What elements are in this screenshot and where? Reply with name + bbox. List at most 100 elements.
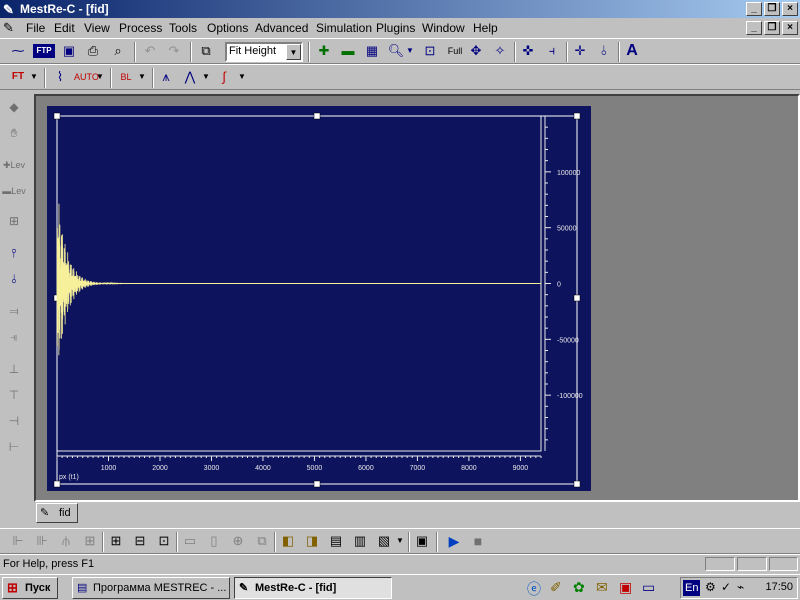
fourier-transform-icon[interactable]: FT — [8, 67, 28, 87]
zoom-select[interactable]: Fit Height ▼ — [225, 42, 303, 62]
split-icon[interactable]: ⊩ — [8, 531, 28, 551]
task-mestrec-fid[interactable]: ✎ MestRe-C - [fid] — [234, 577, 392, 599]
menu-edit[interactable]: Edit — [54, 20, 75, 36]
dropdown-arrow-icon[interactable]: ▼ — [94, 67, 106, 87]
merge-icon[interactable]: ⊪ — [32, 531, 52, 551]
shift-left-icon[interactable]: ⫤ — [2, 300, 26, 322]
shift-right-icon[interactable]: ⫣ — [2, 326, 26, 348]
pointer-icon[interactable]: ◆ — [2, 96, 26, 118]
menu-file[interactable]: File — [26, 20, 45, 36]
fid-chart[interactable]: 100000 50000 0 -50000 -100000 1000 2000 3000 400… — [47, 106, 591, 491]
tray-icon[interactable]: ⌁ — [737, 580, 744, 594]
vertical-scale-icon[interactable]: ⫞ — [542, 41, 562, 61]
dropdown-arrow-icon[interactable]: ▼ — [236, 67, 248, 87]
baseline-icon[interactable]: BL — [116, 67, 136, 87]
quicklaunch-icon[interactable]: ✿ — [573, 579, 585, 596]
play-icon[interactable]: ▶ — [444, 531, 464, 551]
doc-icon[interactable]: ✎ — [3, 20, 14, 36]
quicklaunch-icon[interactable]: ✉ — [596, 579, 608, 596]
ie-icon[interactable]: ⓔ — [527, 579, 541, 599]
menu-view[interactable]: View — [84, 20, 110, 36]
tree-icon[interactable]: ⫛ — [56, 531, 76, 551]
report-icon[interactable]: ▣ — [412, 531, 432, 551]
redo-icon[interactable]: ↷ — [164, 41, 184, 61]
chevron-down-icon[interactable]: ▼ — [286, 44, 301, 60]
close-button[interactable]: × — [782, 2, 798, 16]
stack-up-icon[interactable]: ⊥ — [2, 358, 26, 380]
integration-icon[interactable]: ⋀ — [180, 67, 200, 87]
tray-icon[interactable]: ⚙︎ — [705, 580, 716, 594]
hand-icon[interactable]: ✋︎ — [2, 122, 26, 144]
peak-picking-icon[interactable]: ⩚ — [156, 67, 176, 87]
ftp-button[interactable]: FTP — [33, 44, 55, 58]
menu-options[interactable]: Options — [207, 20, 248, 36]
auto-phase-icon[interactable]: AUTO — [74, 67, 99, 87]
task-mestrec-program[interactable]: ▤ Программа MESTREC - ... — [72, 577, 230, 599]
doc-minimize-button[interactable]: _ — [746, 21, 762, 35]
fit-vertical-icon[interactable]: ⊟ — [130, 531, 150, 551]
app-icon[interactable]: ✎ — [3, 1, 14, 19]
menu-help[interactable]: Help — [473, 20, 498, 36]
zoom-out-icon[interactable]: ▬ — [338, 41, 358, 61]
cascade-icon[interactable]: ◧ — [278, 531, 298, 551]
start-button[interactable]: ⊞ Пуск — [2, 577, 58, 599]
fit-all-icon[interactable]: ⊞ — [106, 531, 126, 551]
quicklaunch-icon[interactable]: ✐ — [550, 579, 562, 596]
dropdown-arrow-icon[interactable]: ▼ — [28, 67, 40, 87]
level-down-icon[interactable]: ▬Lev — [2, 180, 26, 202]
doc-restore-button[interactable]: ❐ — [764, 21, 780, 35]
print-preview-icon[interactable]: ⌕ — [108, 41, 128, 61]
columns-icon[interactable]: ▥ — [350, 531, 370, 551]
align-icon[interactable]: ⊣ — [2, 410, 26, 432]
center-icon[interactable]: ✧ — [490, 41, 510, 61]
zoom-box-icon[interactable]: ▦ — [362, 41, 382, 61]
restore-button[interactable]: ❐ — [764, 2, 780, 16]
h-tile-icon[interactable]: ▭ — [180, 531, 200, 551]
undo-icon[interactable]: ↶ — [140, 41, 160, 61]
dropdown-arrow-icon[interactable]: ▼ — [394, 531, 406, 551]
desktop-icon[interactable]: ▭ — [642, 579, 655, 596]
menu-window[interactable]: Window — [422, 20, 465, 36]
stop-icon[interactable]: ■ — [468, 531, 488, 551]
move-icon[interactable]: ✥ — [466, 41, 486, 61]
zoom-in-icon[interactable]: ✚ — [314, 41, 334, 61]
stack-down-icon[interactable]: ⊤ — [2, 384, 26, 406]
spectrum-view[interactable]: 100000 50000 0 -50000 -100000 1000 2000 3000 400… — [47, 106, 591, 491]
tray-icon[interactable]: ✓ — [721, 580, 731, 594]
crosshair-icon[interactable]: ✛ — [570, 41, 590, 61]
minimize-button[interactable]: _ — [746, 2, 762, 16]
align-right-icon[interactable]: ⊢ — [2, 436, 26, 458]
dropdown-arrow-icon[interactable]: ▼ — [200, 67, 212, 87]
tile-icon[interactable]: ◨ — [302, 531, 322, 551]
zoom-region-icon[interactable]: ⊕ — [228, 531, 248, 551]
language-indicator[interactable]: En — [683, 580, 701, 596]
full-button[interactable]: Full — [444, 41, 466, 61]
phase-icon[interactable]: ⌇ — [50, 67, 70, 87]
tab-fid[interactable]: ✎ fid — [36, 503, 78, 523]
menu-advanced[interactable]: Advanced — [255, 20, 308, 36]
quicklaunch-icon[interactable]: ▣ — [619, 579, 632, 596]
menu-simulation[interactable]: Simulation — [316, 20, 372, 36]
region-icon[interactable]: ⊞ — [2, 210, 26, 232]
v-tile-icon[interactable]: ▯ — [204, 531, 224, 551]
menu-plugins[interactable]: Plugins — [376, 20, 415, 36]
save-icon[interactable]: ▣ — [59, 41, 79, 61]
doc-close-button[interactable]: × — [782, 21, 798, 35]
fid-open-icon[interactable]: ⁓ — [8, 41, 28, 61]
level-up-icon[interactable]: ✚Lev — [2, 154, 26, 176]
copy-icon[interactable]: ⧉ — [196, 41, 216, 61]
menu-tools[interactable]: Tools — [169, 20, 197, 36]
grid-icon[interactable]: ⊞ — [80, 531, 100, 551]
dropdown-arrow-icon[interactable]: ▼ — [136, 67, 148, 87]
zoom-fit-icon[interactable]: ⊡ — [420, 41, 440, 61]
integral-icon[interactable]: ∫ — [214, 67, 234, 87]
scale-up-icon[interactable]: ⫯ — [2, 242, 26, 264]
fit-horizontal-icon[interactable]: ⊡ — [154, 531, 174, 551]
magnify-icon[interactable]: 🔍︎ — [386, 41, 406, 61]
arrange-icon[interactable]: ▧ — [374, 531, 394, 551]
menu-process[interactable]: Process — [119, 20, 162, 36]
dropdown-arrow-icon[interactable]: ▼ — [404, 41, 416, 61]
peak-label-icon[interactable]: ⫰ — [594, 41, 614, 61]
copy-region-icon[interactable]: ⧉ — [252, 531, 272, 551]
table-icon[interactable]: ▤ — [326, 531, 346, 551]
